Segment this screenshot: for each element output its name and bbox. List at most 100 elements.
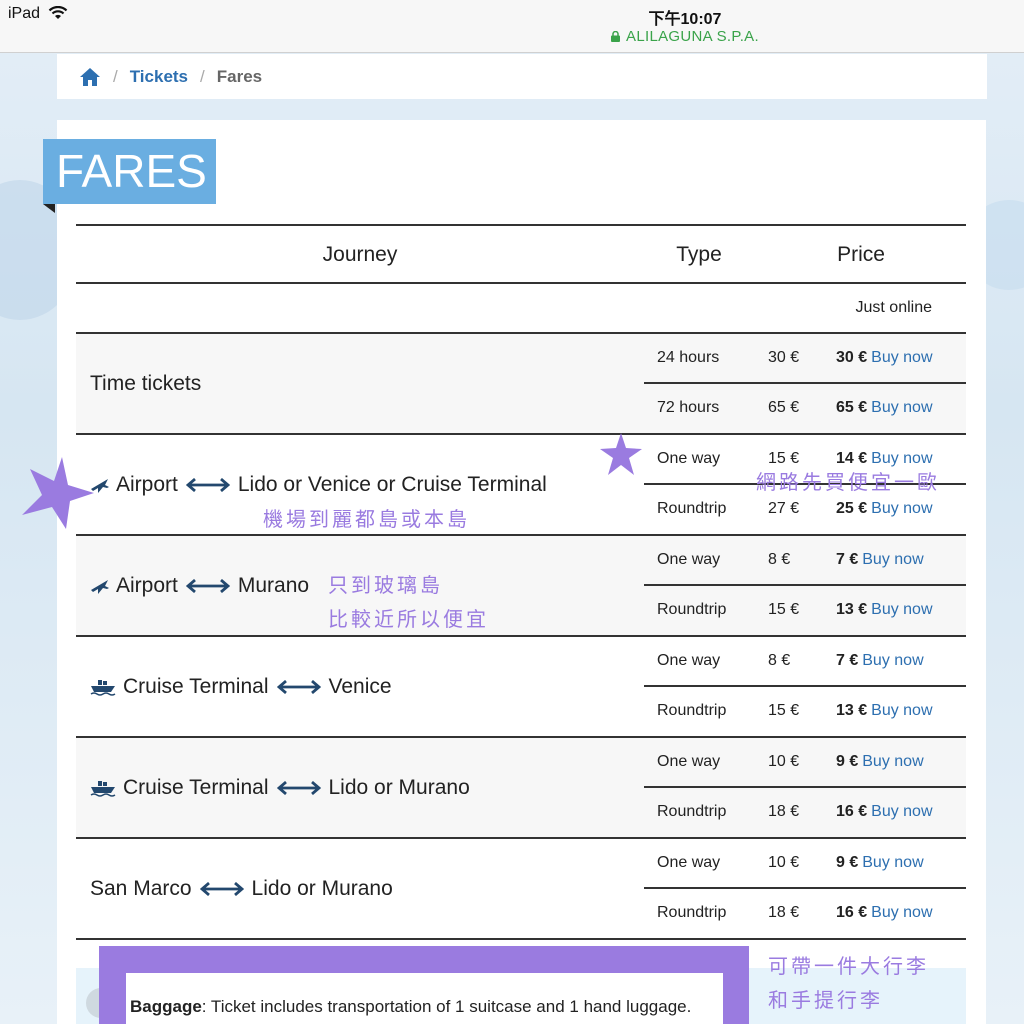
column-header-price: Price [837, 243, 885, 266]
online-price: 30 € [836, 349, 868, 366]
table-header: Journey Type Price [76, 224, 966, 284]
breadcrumb-separator: / [113, 66, 118, 86]
journey-from: Time tickets [90, 371, 202, 395]
fare-price: 30 € [768, 349, 800, 366]
online-price: 65 € [836, 399, 868, 416]
fare-price: 18 € [768, 904, 800, 921]
baggage-label: Baggage [130, 997, 202, 1016]
buy-now-link[interactable]: Buy now [871, 803, 932, 820]
journey-from: Airport [116, 573, 178, 597]
fare-type: One way [657, 854, 721, 871]
buy-now-link[interactable]: Buy now [862, 854, 923, 871]
fare-price: 18 € [768, 803, 800, 820]
fare-type: One way [657, 450, 721, 467]
online-price: 13 € [836, 702, 868, 719]
journey-to: Lido or Murano [251, 876, 393, 900]
lock-icon [611, 31, 621, 42]
buy-now-link[interactable]: Buy now [871, 450, 932, 467]
fare-type: Roundtrip [657, 803, 727, 820]
page-title: FARES [43, 139, 216, 204]
just-online-label: Just online [855, 299, 933, 316]
column-header-type: Type [676, 243, 722, 266]
journey-from: San Marco [90, 876, 192, 900]
address-bar[interactable]: ALILAGUNA S.P.A. [0, 28, 1024, 45]
fare-price: 15 € [768, 702, 800, 719]
fare-price: 10 € [768, 854, 800, 871]
table-row: Roundtrip 18 € 16 € Buy now [644, 889, 966, 939]
ship-icon [90, 679, 116, 696]
fare-type: One way [657, 551, 721, 568]
fare-type: Roundtrip [657, 601, 727, 618]
table-row: 24 hours 30 € 30 € Buy now [644, 334, 966, 384]
journey-from: Cruise Terminal [123, 775, 269, 799]
online-price: 7 € [836, 652, 859, 669]
online-price: 7 € [836, 551, 859, 568]
ship-icon [90, 780, 116, 797]
double-arrow-icon [199, 881, 244, 896]
journey-to: Venice [328, 674, 392, 698]
fare-type: Roundtrip [657, 702, 727, 719]
buy-now-link[interactable]: Buy now [871, 349, 932, 366]
table-row: Roundtrip 18 € 16 € Buy now [644, 788, 966, 838]
double-arrow-icon [276, 780, 321, 795]
journey-from: Airport [116, 472, 178, 496]
online-price: 9 € [836, 854, 859, 871]
journey-from: Cruise Terminal [123, 674, 269, 698]
journey-to: Lido or Venice or Cruise Terminal [237, 472, 547, 496]
fare-group: Cruise Terminal Venice One way 8 € 7 € Bu… [76, 637, 966, 738]
buy-now-link[interactable]: Buy now [862, 551, 923, 568]
column-header-journey: Journey [322, 243, 398, 266]
buy-now-link[interactable]: Buy now [871, 399, 932, 416]
online-price: 13 € [836, 601, 868, 618]
journey-to: Lido or Murano [328, 775, 470, 799]
fare-price: 10 € [768, 753, 800, 770]
ribbon-fold [43, 204, 55, 213]
double-arrow-icon [185, 477, 230, 492]
journey-cell: Time tickets [76, 334, 644, 433]
journey-cell: Cruise Terminal Venice [76, 637, 644, 736]
baggage-note: Baggage: Ticket includes transportation … [126, 973, 723, 1024]
table-row: Roundtrip 15 € 13 € Buy now [644, 687, 966, 737]
double-arrow-icon [185, 578, 230, 593]
annotation-baggage-line2: 和手提行李 [768, 988, 883, 1012]
fare-price: 15 € [768, 601, 800, 618]
fare-group: Time tickets 24 hours 30 € 30 € Buy now 7… [76, 334, 966, 435]
journey-cell: Cruise Terminal Lido or Murano [76, 738, 644, 837]
fare-type: Roundtrip [657, 500, 727, 517]
buy-now-link[interactable]: Buy now [862, 753, 923, 770]
journey-cell: San Marco Lido or Murano [76, 839, 644, 938]
status-bar: iPad 下午10:07 ALILAGUNA S.P.A. [0, 0, 1024, 53]
table-row: One way 8 € 7 € Buy now [644, 536, 966, 586]
fare-type: One way [657, 652, 721, 669]
fare-group: San Marco Lido or Murano One way 10 € 9 … [76, 839, 966, 940]
annotation-baggage-line1: 可帶一件大行李 [768, 954, 929, 978]
breadcrumb: / Tickets / Fares [57, 54, 987, 99]
fare-type: Roundtrip [657, 904, 727, 921]
buy-now-link[interactable]: Buy now [871, 500, 932, 517]
breadcrumb-tickets-link[interactable]: Tickets [130, 67, 188, 87]
home-icon[interactable] [79, 67, 101, 87]
buy-now-link[interactable]: Buy now [862, 652, 923, 669]
buy-now-link[interactable]: Buy now [871, 601, 932, 618]
online-price: 14 € [836, 450, 868, 467]
fare-group: Airport Murano One way 8 € 7 € Buy now Ro… [76, 536, 966, 637]
online-price: 9 € [836, 753, 859, 770]
buy-now-link[interactable]: Buy now [871, 702, 932, 719]
annotation-airport-lido: 機場到麗都島或本島 [263, 507, 470, 531]
baggage-text: : Ticket includes transportation of 1 su… [201, 997, 692, 1016]
journey-to: Murano [237, 573, 310, 597]
table-row: One way 10 € 9 € Buy now [644, 839, 966, 889]
site-name: ALILAGUNA S.P.A. [626, 28, 759, 45]
buy-now-link[interactable]: Buy now [871, 904, 932, 921]
fare-price: 8 € [768, 551, 791, 568]
airplane-icon [91, 579, 109, 594]
online-price: 16 € [836, 904, 868, 921]
online-price: 25 € [836, 500, 868, 517]
star-icon [600, 433, 642, 475]
annotation-murano-line1: 只到玻璃島 [328, 573, 443, 597]
star-icon [22, 457, 94, 529]
fare-group: Cruise Terminal Lido or Murano One way 1… [76, 738, 966, 839]
table-row: Roundtrip 15 € 13 € Buy now [644, 586, 966, 636]
clock: 下午10:07 [648, 11, 722, 28]
annotation-murano-line2: 比較近所以便宜 [328, 607, 489, 631]
